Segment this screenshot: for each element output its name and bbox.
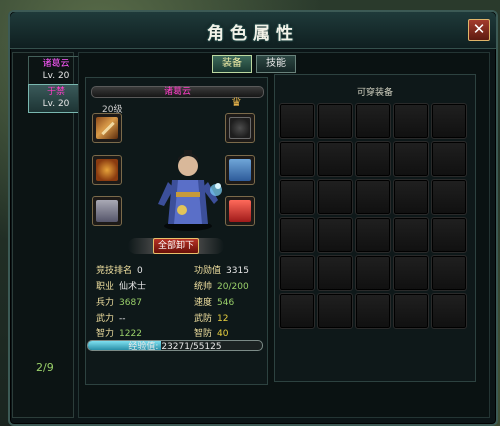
inventory-slot[interactable]	[431, 217, 467, 253]
window-title: 角色属性	[207, 24, 299, 44]
roster-item-zhuge-yun[interactable]: 诸葛云 Lv. 20	[28, 56, 84, 85]
inventory-slot[interactable]	[393, 179, 429, 215]
tab-equipment[interactable]: 装备	[212, 55, 252, 73]
experience-bar: 经验值: 23271/55125	[87, 340, 263, 351]
cape-icon	[229, 200, 251, 222]
roster-item-yu-jin[interactable]: 于禁 Lv. 20	[28, 84, 84, 113]
inventory-slot[interactable]	[431, 255, 467, 291]
inventory-slot[interactable]	[355, 141, 391, 177]
sword-icon	[96, 117, 118, 139]
stat-intellect: 智力 1222	[96, 329, 142, 339]
inventory-slot[interactable]	[355, 179, 391, 215]
stat-troops: 兵力 3687	[96, 298, 142, 308]
inventory-slot[interactable]	[279, 217, 315, 253]
cape-slot[interactable]	[225, 196, 255, 226]
unequip-all-button[interactable]: 全部卸下	[153, 238, 199, 254]
inventory-slot[interactable]	[393, 255, 429, 291]
inventory-slot[interactable]	[355, 293, 391, 329]
experience-text: 经验值: 23271/55125	[128, 342, 222, 351]
inventory-slot[interactable]	[317, 255, 353, 291]
inventory-slot[interactable]	[355, 103, 391, 139]
stat-merit: 功勋值 3315	[194, 266, 249, 276]
roster-item-level: Lv. 20	[42, 99, 70, 109]
inventory-slot[interactable]	[317, 103, 353, 139]
inventory-slot[interactable]	[279, 179, 315, 215]
roster-page-indicator: 2/9	[36, 361, 54, 374]
inventory-slot[interactable]	[317, 179, 353, 215]
emblem-icon	[229, 117, 251, 139]
stat-force-defense: 武防 12	[194, 314, 229, 324]
bracer-slot[interactable]	[92, 155, 122, 185]
stat-force: 武力 --	[96, 314, 126, 324]
roster-item-name: 于禁	[46, 87, 65, 97]
robe-icon	[229, 159, 251, 181]
weapon-slot[interactable]	[92, 113, 122, 143]
inventory-slot[interactable]	[431, 293, 467, 329]
character-portrait	[158, 150, 222, 231]
stat-speed: 速度 546	[194, 298, 235, 308]
inventory-slot[interactable]	[279, 141, 315, 177]
inventory-slot[interactable]	[279, 255, 315, 291]
stat-command: 统帅 20/200	[194, 282, 249, 292]
wearable-equipment-panel: 可穿装备	[274, 74, 476, 382]
title-bar[interactable]: 角色属性 ✕	[10, 12, 496, 49]
boots-slot[interactable]	[92, 196, 122, 226]
inventory-slot[interactable]	[431, 103, 467, 139]
inventory-slot[interactable]	[393, 217, 429, 253]
stat-job: 职业 仙术士	[96, 282, 147, 292]
inventory-title: 可穿装备	[356, 88, 393, 98]
bracer-icon	[96, 159, 118, 181]
inventory-slot[interactable]	[393, 293, 429, 329]
inventory-slot[interactable]	[317, 141, 353, 177]
inventory-slot[interactable]	[279, 293, 315, 329]
roster-item-level: Lv. 20	[42, 71, 70, 81]
inventory-slot[interactable]	[431, 179, 467, 215]
roster-item-name: 诸葛云	[42, 59, 70, 69]
inventory-slot[interactable]	[393, 103, 429, 139]
inventory-slot[interactable]	[317, 293, 353, 329]
inventory-slot[interactable]	[355, 217, 391, 253]
inventory-slot[interactable]	[317, 217, 353, 253]
inventory-slot[interactable]	[279, 103, 315, 139]
armor-slot[interactable]	[225, 155, 255, 185]
stat-intellect-defense: 智防 40	[194, 329, 229, 339]
inventory-slot[interactable]	[393, 141, 429, 177]
inventory-slot[interactable]	[355, 255, 391, 291]
inventory-slot[interactable]	[431, 141, 467, 177]
emblem-slot[interactable]	[225, 113, 255, 143]
close-icon[interactable]: ✕	[468, 19, 490, 41]
stat-arena-rank: 竞技排名 0	[96, 266, 143, 276]
boots-icon	[96, 200, 118, 222]
tab-skills[interactable]: 技能	[256, 55, 296, 73]
crown-icon: ♛	[231, 95, 242, 109]
